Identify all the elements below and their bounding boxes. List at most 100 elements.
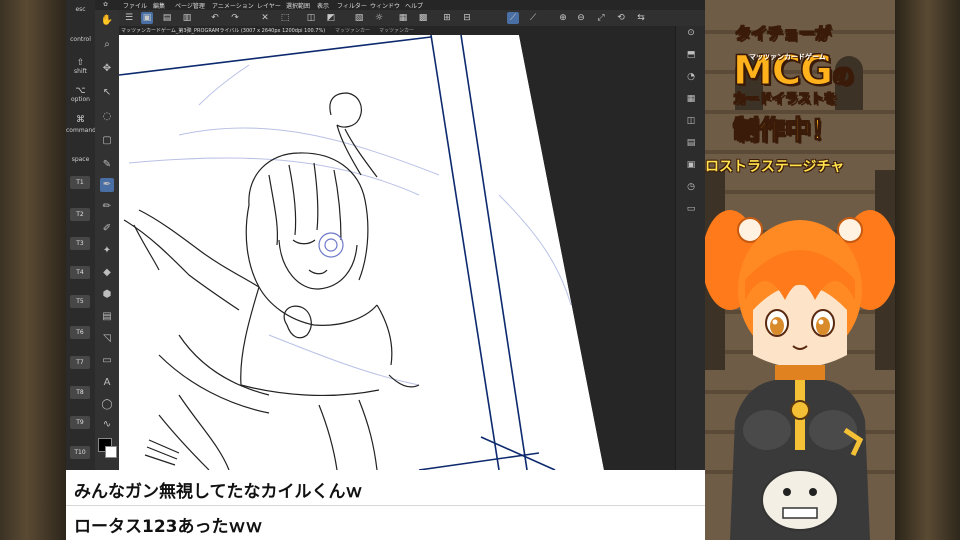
- color-set-icon[interactable]: ▦: [684, 92, 698, 106]
- frame-border-icon[interactable]: ▭: [100, 354, 114, 368]
- drawing-canvas[interactable]: [119, 35, 675, 470]
- layer-property-icon[interactable]: ◫: [684, 114, 698, 128]
- stream-side-panel: タイチョーが MCGの マッツァンカードゲーム カードイラストを 制作中！ ロス…: [705, 0, 895, 540]
- space-key[interactable]: space: [66, 156, 95, 163]
- option-key[interactable]: option: [66, 96, 95, 103]
- chat-message-2: ロータス123あったｗｗ: [74, 517, 263, 537]
- layer-icon[interactable]: ▦: [397, 12, 409, 24]
- selection-icon[interactable]: ▢: [100, 134, 114, 148]
- tab-active-document[interactable]: マッツァンカードゲーム_第3弾_PROGRAMライバル (3007 x 2640…: [121, 27, 325, 34]
- title-particle: の: [831, 65, 854, 91]
- chat-overlay: みんなガン無視してたなカイルくんｗ ロータス123あったｗｗ: [66, 470, 716, 540]
- zoom-out-icon[interactable]: ⊖: [575, 12, 587, 24]
- hand-icon[interactable]: ✋: [100, 14, 114, 28]
- command-bar: ☰ ▣ ▤ ▥ ↶ ↷ ✕ ⬚ ◫ ◩ ▧ ☼ ▦ ▩ ⊞ ⊟ ⟋ ⟋ ⊕ ⊖ …: [119, 10, 705, 27]
- flip-icon[interactable]: ⇆: [635, 12, 647, 24]
- sun-icon[interactable]: ☼: [373, 12, 385, 24]
- airbrush-icon[interactable]: ✦: [100, 244, 114, 258]
- tab-document-2[interactable]: マッツァンカー: [335, 27, 370, 34]
- pen-icon[interactable]: ✒: [100, 178, 114, 192]
- menu-view[interactable]: 表示: [317, 1, 329, 10]
- tab-document-3[interactable]: マッツァンカー: [379, 27, 414, 34]
- clear-icon[interactable]: ✕: [259, 12, 271, 24]
- balloon-icon[interactable]: ◯: [100, 398, 114, 412]
- brush-icon[interactable]: ✐: [100, 222, 114, 236]
- zoom-icon[interactable]: ⌕: [100, 38, 114, 52]
- grid-icon[interactable]: ▩: [417, 12, 429, 24]
- invert-icon[interactable]: ◩: [325, 12, 337, 24]
- command-key[interactable]: command: [66, 127, 96, 134]
- menubar: ✿ ファイル 編集 ページ管理 アニメーション レイヤー 選択範囲 表示 フィル…: [95, 0, 705, 10]
- document-tabs: マッツァンカードゲーム_第3弾_PROGRAMライバル (3007 x 2640…: [119, 26, 705, 35]
- color-wheel-icon[interactable]: ◔: [684, 70, 698, 84]
- sub-color-swatch[interactable]: [105, 446, 117, 458]
- chat-divider: [66, 505, 716, 506]
- ticker-text: ロストラステージチャ: [705, 159, 845, 175]
- t2-key[interactable]: T2: [70, 208, 90, 221]
- shift-key[interactable]: shift: [66, 68, 95, 75]
- menu-help[interactable]: ヘルプ: [405, 1, 423, 10]
- open-icon[interactable]: ▤: [161, 12, 173, 24]
- option-glyph-icon: ⌥: [75, 86, 86, 96]
- app-logo-icon[interactable]: ✿: [103, 1, 108, 8]
- stream-title-line3: カードイラストを: [733, 92, 838, 108]
- deselect-icon[interactable]: ◫: [305, 12, 317, 24]
- pencil-icon[interactable]: ✏: [100, 200, 114, 214]
- menu-page[interactable]: ページ管理: [175, 1, 205, 10]
- undo-icon[interactable]: ↶: [209, 12, 221, 24]
- lasso-icon[interactable]: ◌: [100, 110, 114, 124]
- new-file-icon[interactable]: ▣: [141, 12, 153, 24]
- t3-key[interactable]: T3: [70, 237, 90, 250]
- chat-message-1: みんなガン無視してたなカイルくんｗ: [74, 482, 363, 502]
- operation-icon[interactable]: ↖: [100, 86, 114, 100]
- right-panel-icons: ⊙ ⬒ ◔ ▦ ◫ ▤ ▣ ◷ ▭: [675, 26, 706, 470]
- move-icon[interactable]: ✥: [100, 62, 114, 76]
- menu-file[interactable]: ファイル: [123, 1, 147, 10]
- save-icon[interactable]: ▥: [181, 12, 193, 24]
- ruler-icon[interactable]: ⊞: [441, 12, 453, 24]
- stream-title-line4: 制作中！: [732, 116, 838, 147]
- t1-key[interactable]: T1: [70, 176, 90, 189]
- menu-edit[interactable]: 編集: [153, 1, 165, 10]
- snap-icon[interactable]: ⊟: [461, 12, 473, 24]
- t5-key[interactable]: T5: [70, 295, 90, 308]
- control-key[interactable]: control: [66, 36, 95, 43]
- fill-icon[interactable]: ⬢: [100, 288, 114, 302]
- sub-view-icon[interactable]: ⬒: [684, 48, 698, 62]
- tool-palette: ✋ ⌕ ✥ ↖ ◌ ▢ ✎ ✒ ✏ ✐ ✦ ◆ ⬢ ▤ ◹ ▭ A ◯ ∿: [95, 10, 120, 470]
- material-icon[interactable]: ▣: [684, 158, 698, 172]
- history-icon[interactable]: ◷: [684, 180, 698, 194]
- correct-line-icon[interactable]: ∿: [100, 418, 114, 432]
- stabilizer-icon[interactable]: ⟋: [507, 12, 519, 24]
- t6-key[interactable]: T6: [70, 326, 90, 339]
- menu-filter[interactable]: フィルター: [337, 1, 367, 10]
- navigator-icon[interactable]: ⊙: [684, 26, 698, 40]
- monitor-bezel-right: [895, 0, 960, 540]
- esc-key[interactable]: esc: [66, 6, 95, 13]
- figure-icon[interactable]: ◹: [100, 332, 114, 346]
- transform-icon[interactable]: ⬚: [279, 12, 291, 24]
- menu-animation[interactable]: アニメーション: [212, 1, 254, 10]
- eyedropper-icon[interactable]: ✎: [100, 158, 114, 172]
- menu-icon[interactable]: ☰: [123, 12, 135, 24]
- auto-action-icon[interactable]: ▭: [684, 202, 698, 216]
- canvas-artwork: [119, 35, 675, 470]
- gradient-icon[interactable]: ▤: [100, 310, 114, 324]
- t7-key[interactable]: T7: [70, 356, 90, 369]
- menu-selection[interactable]: 選択範囲: [286, 1, 310, 10]
- text-icon[interactable]: A: [100, 376, 114, 390]
- correction-icon[interactable]: ⟋: [527, 12, 539, 24]
- redo-icon[interactable]: ↷: [229, 12, 241, 24]
- menu-window[interactable]: ウィンドウ: [370, 1, 400, 10]
- t8-key[interactable]: T8: [70, 386, 90, 399]
- rotate-icon[interactable]: ⟲: [615, 12, 627, 24]
- fill-selection-icon[interactable]: ▧: [353, 12, 365, 24]
- zoom-in-icon[interactable]: ⊕: [557, 12, 569, 24]
- t9-key[interactable]: T9: [70, 416, 90, 429]
- t4-key[interactable]: T4: [70, 266, 90, 279]
- menu-layer[interactable]: レイヤー: [257, 1, 281, 10]
- layer-list-icon[interactable]: ▤: [684, 136, 698, 150]
- fit-icon[interactable]: ⤢: [595, 12, 607, 24]
- t10-key[interactable]: T10: [70, 446, 90, 459]
- eraser-icon[interactable]: ◆: [100, 266, 114, 280]
